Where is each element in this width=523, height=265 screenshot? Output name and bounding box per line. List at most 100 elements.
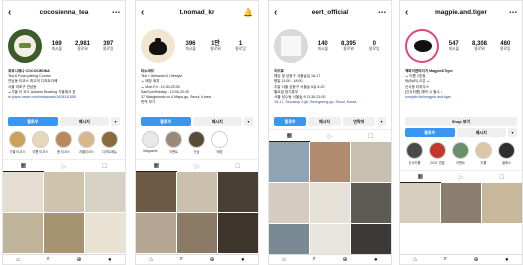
posts-stat[interactable]: 169 게시물 (52, 41, 62, 51)
shop-button[interactable]: Shop 보기 (405, 117, 517, 126)
profile-icon[interactable]: ● (241, 257, 245, 263)
reels-icon[interactable]: ▷ (441, 171, 482, 183)
highlight-item[interactable]: 겨울티코스 (77, 131, 96, 157)
post-thumbnail[interactable] (310, 142, 350, 182)
post-thumbnail[interactable] (85, 213, 125, 253)
highlight-item[interactable]: 가을 티코스 (8, 131, 27, 157)
more-options-icon[interactable]: ⋯ (108, 8, 120, 17)
avatar[interactable] (274, 29, 308, 63)
post-thumbnail[interactable] (44, 172, 84, 212)
post-thumbnail[interactable] (351, 183, 391, 223)
post-thumbnail[interactable] (3, 213, 43, 253)
post-thumbnail[interactable] (44, 213, 84, 253)
post-thumbnail[interactable] (177, 172, 217, 212)
post-thumbnail[interactable] (269, 142, 309, 182)
post-thumbnail[interactable] (482, 183, 522, 223)
more-options-icon[interactable]: ⋯ (505, 8, 517, 17)
message-button[interactable]: 메시지 (192, 117, 242, 126)
search-icon[interactable]: ⌕ (179, 256, 182, 263)
followers-stat[interactable]: 8,395 팔로워 (341, 41, 356, 51)
profile-icon[interactable]: ● (108, 257, 112, 263)
bio-link[interactable]: m.place.naver.com/restaurant/1628111558 (8, 95, 120, 100)
following-stat[interactable]: 460 팔로잉 (500, 41, 510, 51)
post-thumbnail[interactable] (136, 213, 176, 253)
reels-icon[interactable]: ▷ (177, 160, 218, 172)
post-thumbnail[interactable] (3, 172, 43, 212)
highlight-item[interactable]: 매장 (210, 131, 229, 157)
grid-icon[interactable]: ▦ (400, 171, 441, 183)
following-stat[interactable]: 397 팔로잉 (103, 41, 113, 51)
bio-link[interactable]: 18-17, Seoulsup 2-gil, Seongdong-gu, Seo… (274, 100, 386, 105)
post-thumbnail[interactable] (269, 183, 309, 223)
search-icon[interactable]: ⌕ (312, 256, 315, 263)
add-icon[interactable]: ⊕ (473, 256, 478, 263)
following-stat[interactable]: 1 팔로잉 (235, 41, 245, 51)
grid-icon[interactable]: ▦ (269, 130, 310, 142)
post-thumbnail[interactable] (441, 183, 481, 223)
reels-icon[interactable]: ▷ (310, 130, 351, 142)
posts-stat[interactable]: 396 게시물 (185, 41, 195, 51)
post-thumbnail[interactable] (85, 172, 125, 212)
post-thumbnail[interactable] (177, 213, 217, 253)
home-icon[interactable]: ⌂ (16, 257, 20, 263)
grid-icon[interactable]: ▦ (136, 160, 177, 172)
highlight-item[interactable]: 디저트메뉴 (100, 131, 119, 157)
highlight-item[interactable]: 클래스 (497, 142, 516, 168)
home-icon[interactable]: ⌂ (413, 257, 417, 263)
followers-stat[interactable]: 2,981 팔로워 (75, 41, 90, 51)
highlight-item[interactable]: 티룸 (474, 142, 493, 168)
highlight-item[interactable]: 신사티룸 (405, 142, 424, 168)
highlight-item[interactable]: Magazine (141, 131, 160, 157)
following-stat[interactable]: 0 팔로잉 (369, 41, 379, 51)
suggest-button[interactable]: ▾ (111, 117, 120, 126)
message-button[interactable]: 메시지 (308, 117, 341, 126)
notification-bell-icon[interactable]: 🔔 (241, 8, 253, 17)
contact-button[interactable]: 연락처 (342, 117, 375, 126)
posts-stat[interactable]: 140 게시물 (318, 41, 328, 51)
post-thumbnail[interactable] (136, 172, 176, 212)
home-icon[interactable]: ⌂ (149, 257, 153, 263)
avatar[interactable] (405, 29, 439, 63)
follow-button[interactable]: 팔로우 (405, 128, 455, 137)
more-options-icon[interactable]: ⋯ (374, 8, 386, 17)
profile-icon[interactable]: ● (374, 257, 378, 263)
reels-icon[interactable]: ▷ (44, 160, 85, 172)
add-icon[interactable]: ⊕ (76, 256, 81, 263)
avatar[interactable] (8, 29, 42, 63)
highlight-item[interactable]: 봄 티코스 (54, 131, 73, 157)
post-thumbnail[interactable] (310, 183, 350, 223)
follow-button[interactable]: 팔로우 (8, 117, 58, 126)
search-icon[interactable]: ⌕ (46, 256, 49, 263)
back-arrow-icon[interactable]: ‹ (405, 7, 417, 18)
suggest-button[interactable]: ▾ (244, 117, 253, 126)
suggest-button[interactable]: ▾ (508, 128, 517, 137)
back-arrow-icon[interactable]: ‹ (274, 7, 286, 18)
highlight-item[interactable]: 여름 티코스 (31, 131, 50, 157)
avatar[interactable] (141, 29, 175, 63)
post-thumbnail[interactable] (218, 172, 258, 212)
profile-icon[interactable]: ● (505, 257, 509, 263)
post-thumbnail[interactable] (218, 213, 258, 253)
tagged-icon[interactable]: ☐ (217, 160, 258, 172)
posts-stat[interactable]: 547 게시물 (449, 41, 459, 51)
translate-link[interactable]: 번역 보기 (141, 100, 253, 105)
grid-icon[interactable]: ▦ (3, 160, 44, 172)
search-icon[interactable]: ⌕ (443, 256, 446, 263)
home-icon[interactable]: ⌂ (282, 257, 286, 263)
highlight-item[interactable]: 이벤트 (164, 131, 183, 157)
add-icon[interactable]: ⊕ (342, 256, 347, 263)
tagged-icon[interactable]: ☐ (481, 171, 522, 183)
highlight-item[interactable]: 2021 연말 (428, 142, 447, 168)
post-thumbnail[interactable] (351, 142, 391, 182)
message-button[interactable]: 메시지 (456, 128, 506, 137)
followers-stat[interactable]: 8,308 팔로워 (472, 41, 487, 51)
highlight-item[interactable]: 이벤트 (451, 142, 470, 168)
post-thumbnail[interactable] (400, 183, 440, 223)
back-arrow-icon[interactable]: ‹ (141, 7, 153, 18)
add-icon[interactable]: ⊕ (209, 256, 214, 263)
message-button[interactable]: 메시지 (59, 117, 109, 126)
bio-link[interactable]: compile.bio/magpie.and.tiger (405, 95, 517, 100)
suggest-button[interactable]: ▾ (376, 117, 386, 126)
followers-stat[interactable]: 1만 팔로워 (210, 41, 220, 51)
tagged-icon[interactable]: ☐ (350, 130, 391, 142)
